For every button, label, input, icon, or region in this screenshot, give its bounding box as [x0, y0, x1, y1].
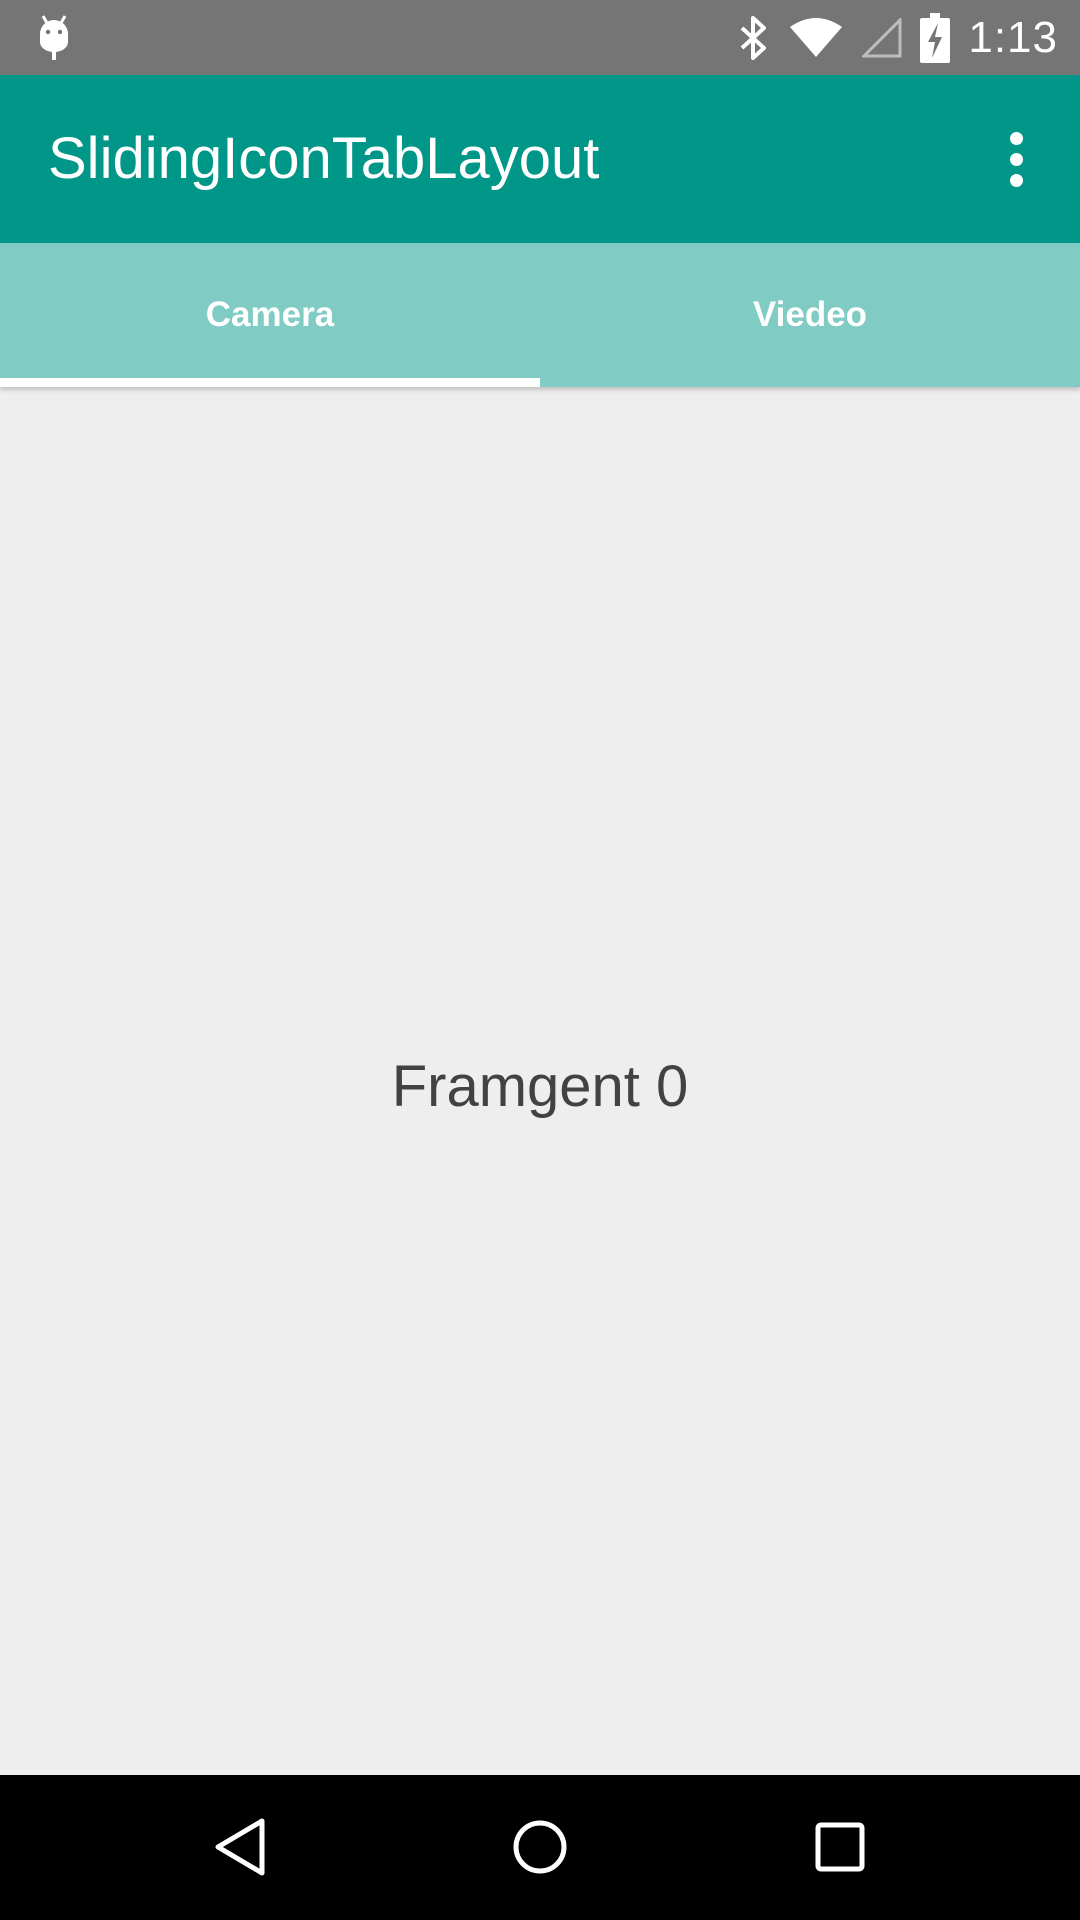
tab-video-label: Viedeo	[752, 295, 868, 334]
screen: 1:13 SlidingIconTabLayout Camera Viedeo …	[0, 0, 1080, 1920]
home-button[interactable]	[490, 1797, 590, 1897]
home-icon	[513, 1820, 567, 1874]
back-button[interactable]	[190, 1797, 290, 1897]
tab-indicator	[0, 378, 540, 387]
status-time: 1:13	[968, 12, 1058, 62]
tab-video[interactable]: Viedeo	[540, 243, 1080, 387]
status-bar: 1:13	[0, 0, 1080, 75]
more-vert-icon[interactable]	[980, 119, 1052, 199]
fragment-label: Framgent 0	[391, 1053, 689, 1119]
app-title: SlidingIconTabLayout	[48, 126, 600, 191]
fragment-content: Framgent 0	[0, 387, 1080, 1775]
app-bar: SlidingIconTabLayout	[0, 75, 1080, 243]
bluetooth-icon	[741, 15, 767, 60]
recents-button[interactable]	[790, 1797, 890, 1897]
tab-bar: Camera Viedeo	[0, 243, 1080, 387]
cell-signal-icon	[862, 17, 902, 57]
overflow-dot	[1009, 173, 1023, 187]
android-debug-icon	[40, 15, 68, 60]
tab-camera[interactable]: Camera	[0, 243, 540, 387]
tab-camera-label: Camera	[205, 295, 335, 334]
back-icon	[215, 1818, 265, 1876]
overflow-dot	[1009, 152, 1023, 166]
overflow-dot	[1009, 131, 1023, 145]
battery-charging-icon	[920, 12, 951, 63]
wifi-icon	[790, 17, 843, 57]
navigation-bar	[0, 1775, 1080, 1920]
status-icons: 1:13	[718, 0, 1058, 75]
recents-icon	[815, 1822, 865, 1872]
